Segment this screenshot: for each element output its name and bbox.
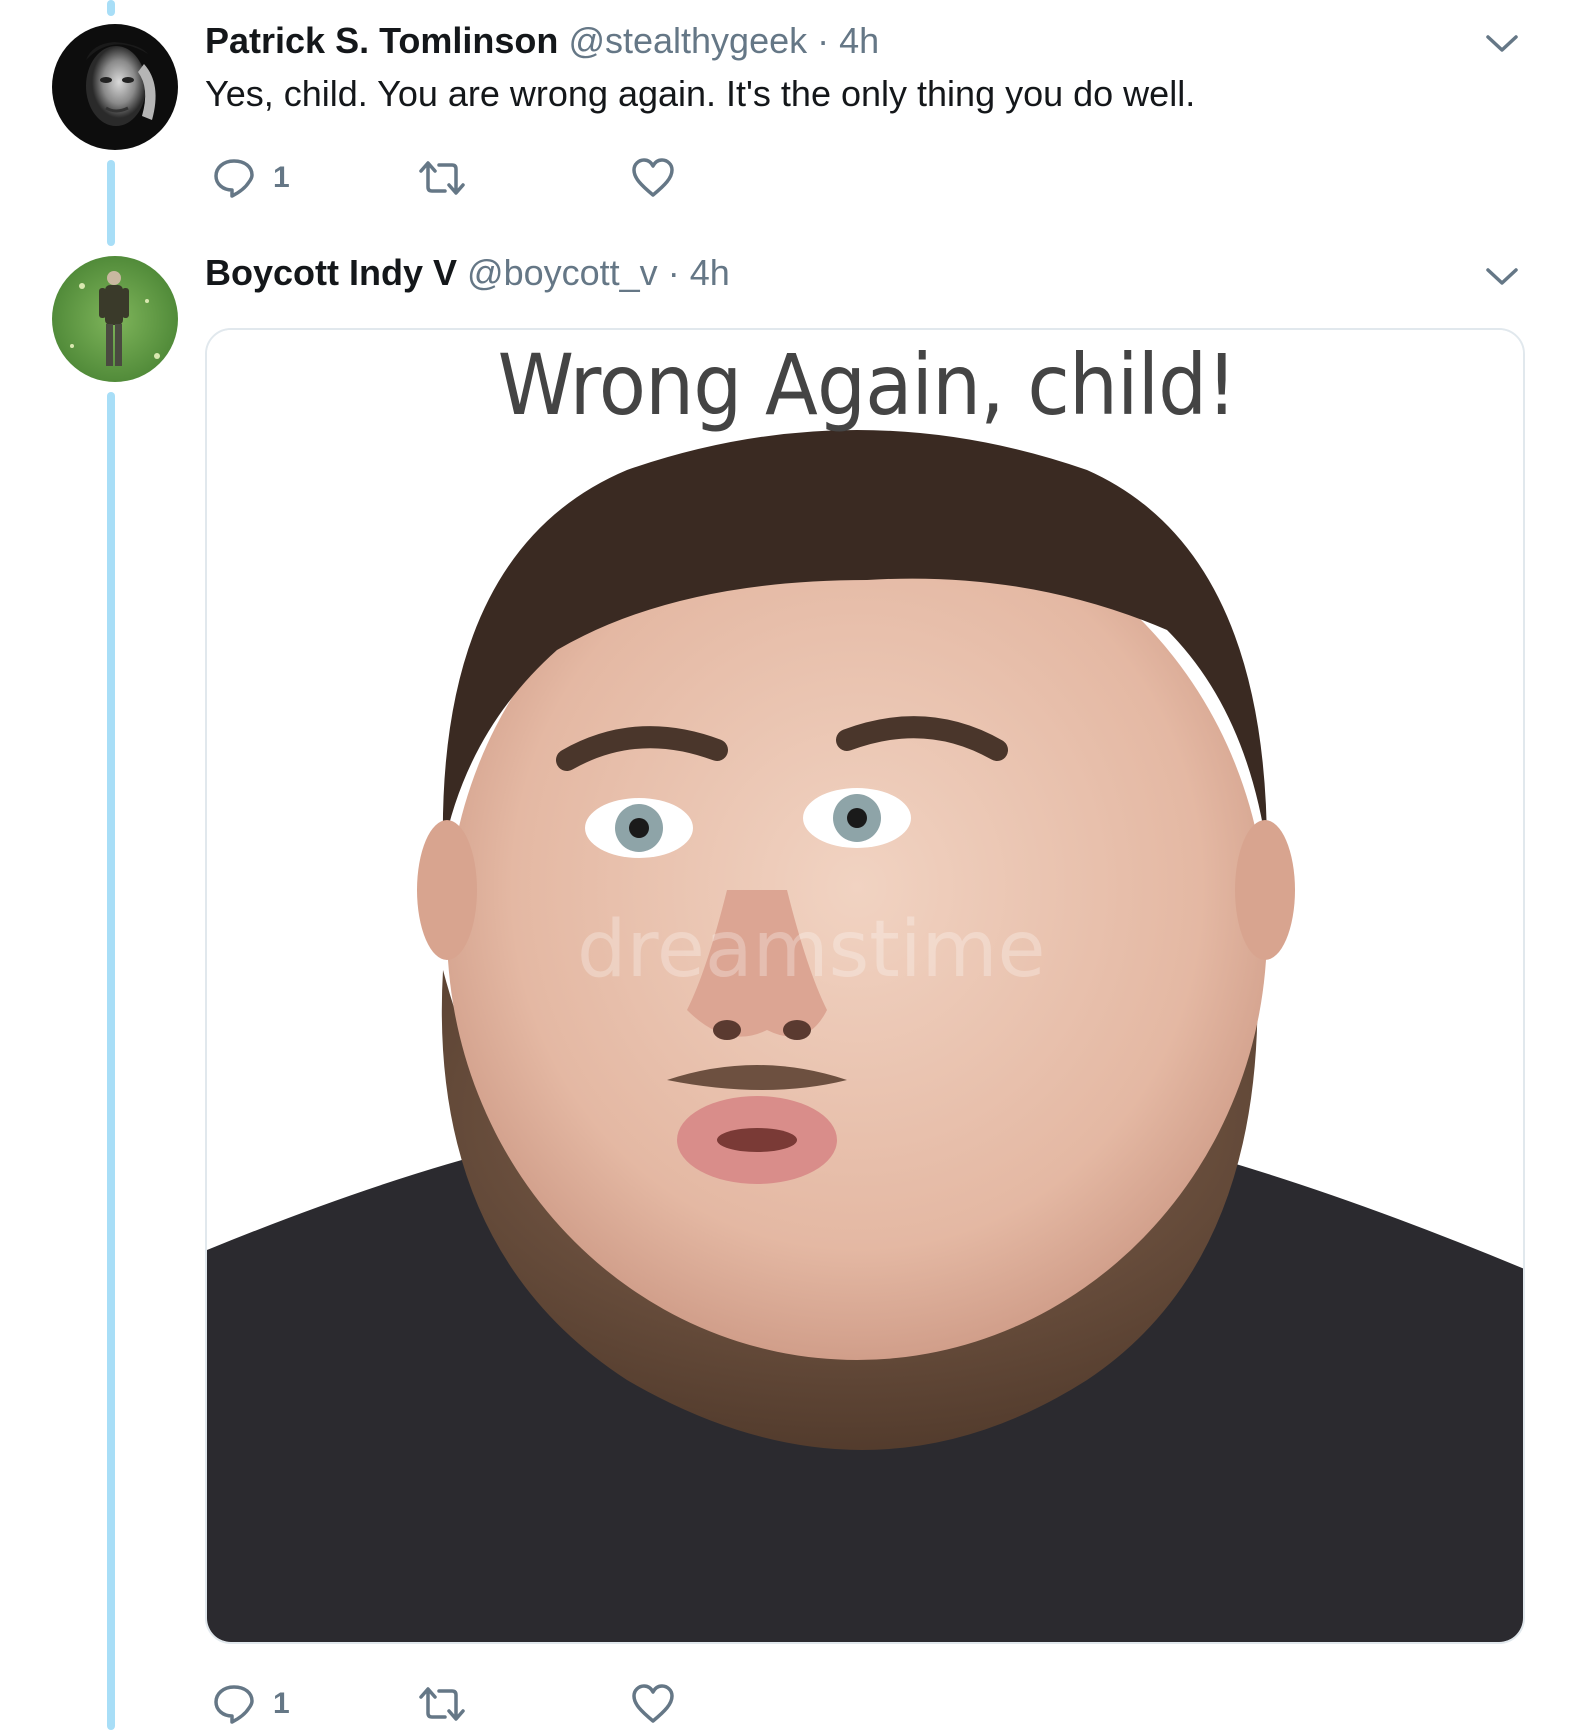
stock-watermark: dreamstime [577,905,1046,995]
thread-line-middle [107,160,115,246]
user-handle[interactable]: @boycott_v [467,252,658,293]
reply-button[interactable]: 1 [213,152,290,204]
tweet-menu-chevron[interactable] [1480,255,1524,299]
meme-caption: Wrong Again, child! [497,336,1238,434]
like-button[interactable] [631,152,693,204]
tweet-actions: 1 [205,152,805,204]
display-name[interactable]: Boycott Indy V [205,252,457,293]
retweet-icon [419,1687,465,1721]
tweet-media-card[interactable]: Wrong Again, child! dreamstime [205,328,1525,1644]
reply-count: 1 [273,1687,290,1720]
user-handle[interactable]: @stealthygeek [568,20,807,61]
retweet-button[interactable] [417,152,485,204]
tweet-header: Boycott Indy V @boycott_v · 4h [205,251,730,295]
chevron-down-icon [1486,35,1518,52]
reply-count: 1 [273,161,290,194]
tweet-actions: 1 [205,1678,805,1730]
chevron-down-icon [1486,268,1518,285]
avatar-patrick[interactable] [52,24,178,150]
tweet-timestamp[interactable]: 4h [839,20,879,61]
tweet-menu-chevron[interactable] [1480,22,1524,66]
tweet-header: Patrick S. Tomlinson @stealthygeek · 4h [205,19,879,63]
avatar-boycott[interactable] [52,256,178,382]
heart-icon [632,158,674,197]
thread-line-top [107,0,115,16]
like-button[interactable] [631,1678,693,1730]
retweet-icon [419,161,465,195]
separator-dot: · [817,20,830,61]
separator-dot: · [667,252,680,293]
reply-button[interactable]: 1 [213,1678,290,1730]
display-name[interactable]: Patrick S. Tomlinson [205,20,558,61]
tweet-timestamp[interactable]: 4h [690,252,730,293]
heart-icon [632,1684,674,1723]
reply-icon [214,1685,254,1724]
retweet-button[interactable] [417,1678,485,1730]
reply-icon [214,159,254,198]
tweet-text: Yes, child. You are wrong again. It's th… [205,73,1196,114]
thread-line-bottom [107,392,115,1730]
